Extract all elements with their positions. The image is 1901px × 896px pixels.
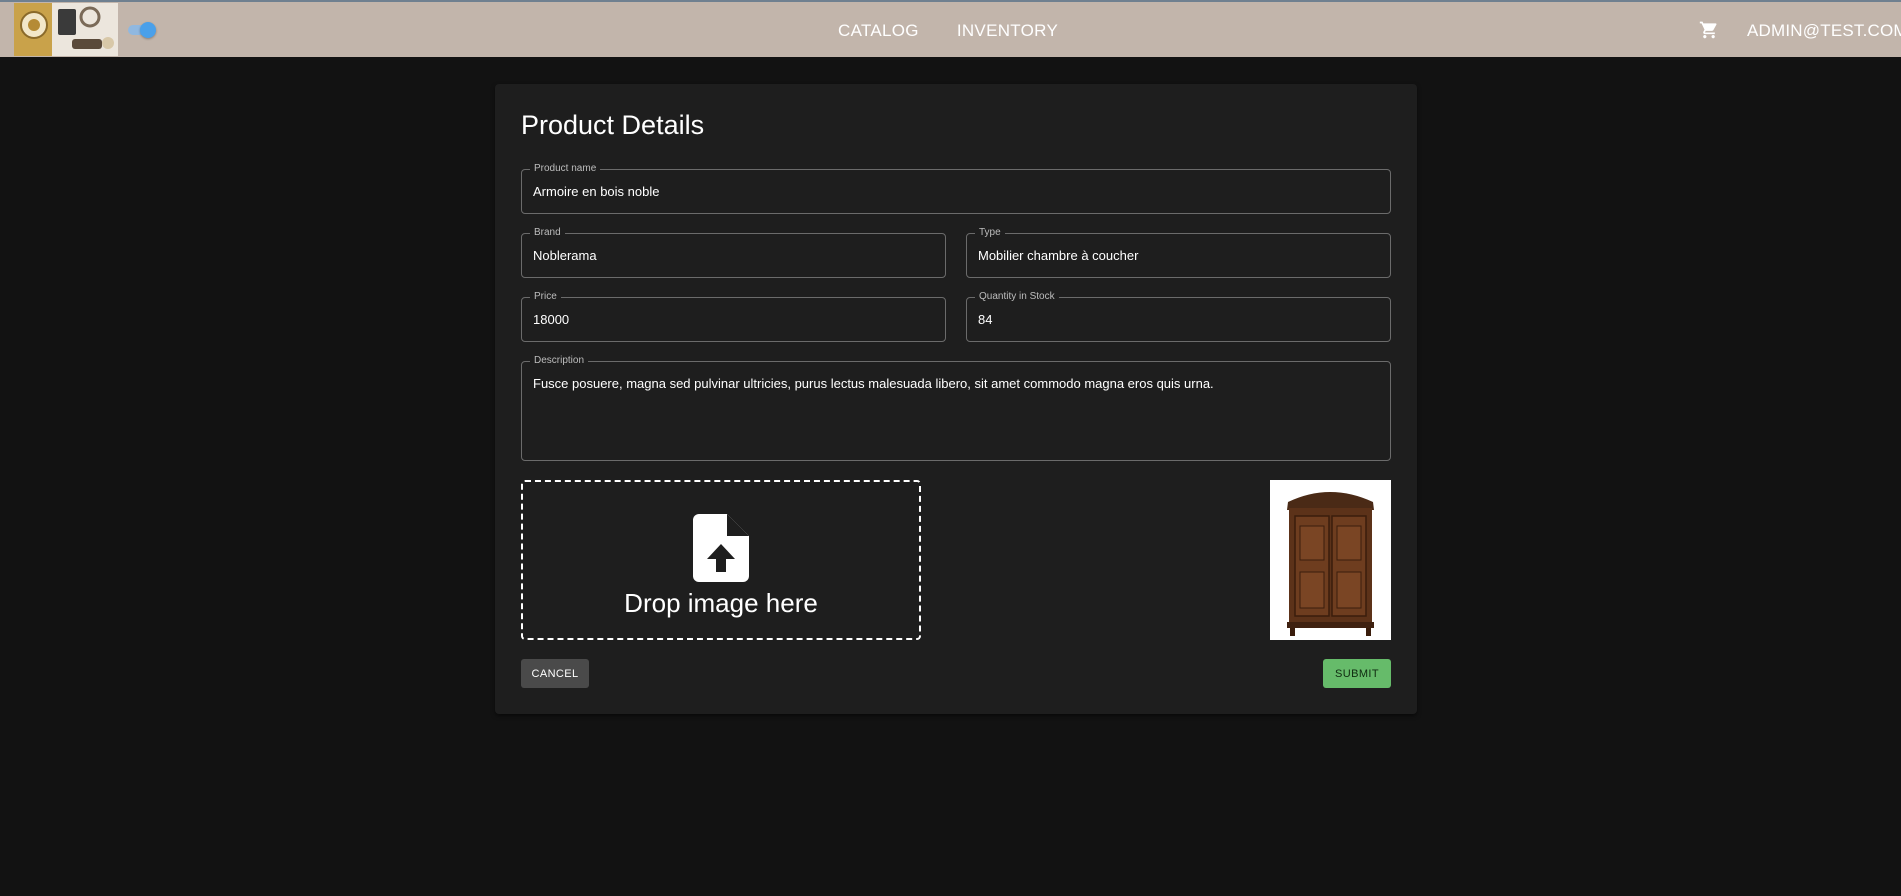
submit-button[interactable]: SUBMIT — [1323, 659, 1391, 688]
quantity-value: 84 — [978, 312, 993, 327]
brand-field[interactable]: Brand Noblerama — [521, 227, 946, 278]
nav-inventory[interactable]: INVENTORY — [949, 15, 1066, 47]
type-value: Mobilier chambre à coucher — [978, 248, 1139, 263]
quantity-field[interactable]: Quantity in Stock 84 — [966, 291, 1391, 342]
file-upload-icon — [693, 514, 749, 582]
product-details-card: Product Details Product name Armoire en … — [495, 84, 1417, 714]
price-label: Price — [530, 291, 561, 303]
price-field[interactable]: Price 18000 — [521, 291, 946, 342]
user-menu[interactable]: ADMIN@TEST.COM — [1747, 2, 1901, 59]
brand-value: Noblerama — [533, 248, 597, 263]
cancel-button[interactable]: CANCEL — [521, 659, 589, 688]
main-nav: CATALOG INVENTORY — [830, 2, 1066, 59]
nav-catalog[interactable]: CATALOG — [830, 15, 927, 47]
cart-icon[interactable] — [1699, 20, 1719, 40]
theme-toggle[interactable] — [128, 22, 158, 38]
quantity-label: Quantity in Stock — [975, 291, 1059, 303]
description-field[interactable]: Description Fusce posuere, magna sed pul… — [521, 355, 1391, 461]
description-label: Description — [530, 355, 589, 367]
image-dropzone[interactable]: Drop image here — [521, 480, 921, 640]
product-image-preview — [1270, 480, 1391, 640]
type-field[interactable]: Type Mobilier chambre à coucher — [966, 227, 1391, 278]
product-name-value: Armoire en bois noble — [533, 184, 660, 199]
page-title: Product Details — [521, 110, 705, 140]
toggle-thumb — [140, 22, 156, 38]
product-name-field[interactable]: Product name Armoire en bois noble — [521, 163, 1391, 214]
logo[interactable] — [14, 3, 118, 56]
brand-label: Brand — [530, 227, 565, 239]
app-bar: CATALOG INVENTORY ADMIN@TEST.COM — [0, 0, 1901, 57]
description-value: Fusce posuere, magna sed pulvinar ultric… — [533, 376, 1214, 391]
type-label: Type — [975, 227, 1005, 239]
product-name-label: Product name — [530, 163, 601, 175]
price-value: 18000 — [533, 312, 570, 327]
dropzone-label: Drop image here — [624, 588, 818, 618]
